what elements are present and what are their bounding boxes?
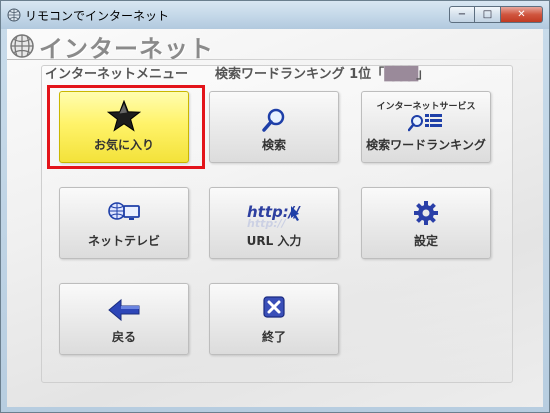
svg-text:http://: http:// <box>247 217 287 230</box>
internet-menu-label: インターネットメニュー <box>45 67 189 82</box>
exit-label: 終了 <box>261 330 286 344</box>
settings-button[interactable]: 設定 <box>361 187 491 259</box>
url-input-button[interactable]: http:// http:// URL 入力 <box>209 187 339 259</box>
magnifier-icon <box>262 108 285 132</box>
internet-service-label: インターネットサービス <box>376 102 476 112</box>
selection-highlight <box>47 85 205 169</box>
back-label: 戻る <box>111 330 136 344</box>
ranking-value: ████ <box>384 67 418 82</box>
search-ranking-label-text: 検索ワードランキング <box>366 138 486 152</box>
url-input-label: URL 入力 <box>246 234 302 248</box>
net-tv-label: ネットテレビ <box>87 234 160 248</box>
minimize-button[interactable]: − <box>449 6 475 23</box>
back-arrow-icon <box>108 298 140 322</box>
title-bar[interactable]: リモコンでインターネット − □ ✕ <box>1 1 549 29</box>
ranking-label-text: 検索ワードランキング 1位「 <box>215 67 385 82</box>
app-window: リモコンでインターネット − □ ✕ インターネット インターネットメニュー 検… <box>0 0 550 413</box>
search-label: 検索 <box>261 138 286 152</box>
ranking-list-icon <box>408 114 442 132</box>
net-tv-button[interactable]: ネットテレビ <box>59 187 189 259</box>
back-button[interactable]: 戻る <box>59 283 189 355</box>
gear-icon <box>414 201 438 225</box>
maximize-button[interactable]: □ <box>475 6 501 23</box>
ranking-label-close: 」 <box>416 67 430 82</box>
settings-label: 設定 <box>413 234 438 248</box>
close-button[interactable]: ✕ <box>501 6 543 23</box>
header-divider <box>7 59 543 60</box>
internet-globe-icon <box>10 34 34 58</box>
window-controls: − □ ✕ <box>449 6 543 24</box>
client-area: インターネット インターネットメニュー 検索ワードランキング 1位「████」 … <box>7 29 543 407</box>
exit-button[interactable]: 終了 <box>209 283 339 355</box>
app-globe-icon <box>7 8 21 22</box>
net-tv-icon <box>108 202 140 220</box>
close-box-icon <box>263 296 285 318</box>
search-ranking-button[interactable]: インターネットサービス 検索ワードランキング <box>361 91 491 163</box>
url-input-icon: http:// http:// <box>247 203 301 230</box>
window-title: リモコンでインターネット <box>25 9 170 23</box>
search-button[interactable]: 検索 <box>209 91 339 163</box>
search-ranking-label: 検索ワードランキング 1位「████」 <box>215 63 429 82</box>
